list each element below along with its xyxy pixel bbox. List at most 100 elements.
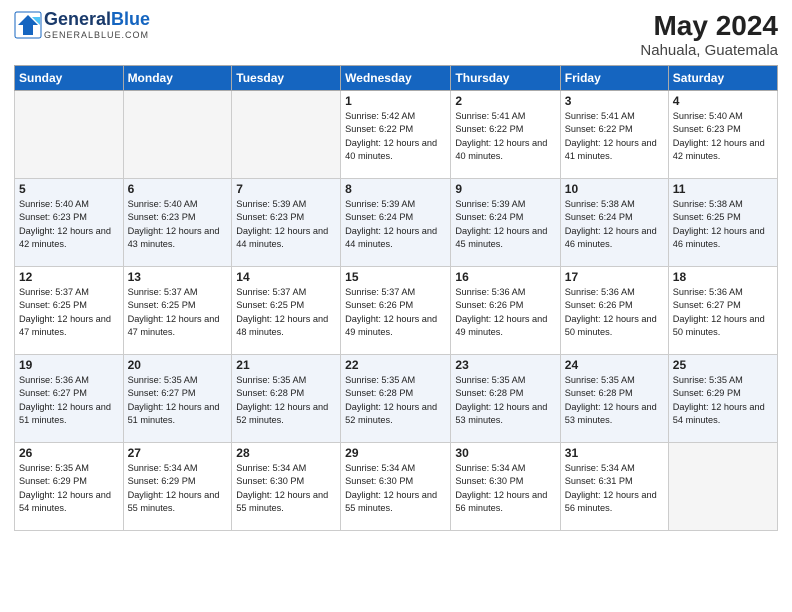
calendar-cell: 26Sunrise: 5:35 AMSunset: 6:29 PMDayligh…	[15, 443, 124, 531]
day-number: 16	[455, 270, 555, 284]
calendar-cell: 5 Sunrise: 5:40 AMSunset: 6:23 PMDaylight…	[15, 179, 124, 267]
day-info: Sunrise: 5:37 AMSunset: 6:25 PMDaylight:…	[236, 286, 336, 339]
day-number: 3	[565, 94, 664, 108]
calendar-cell: 28Sunrise: 5:34 AMSunset: 6:30 PMDayligh…	[232, 443, 341, 531]
day-info: Sunrise: 5:35 AMSunset: 6:29 PMDaylight:…	[19, 462, 119, 515]
day-info: Sunrise: 5:35 AMSunset: 6:27 PMDaylight:…	[128, 374, 228, 427]
day-number: 14	[236, 270, 336, 284]
calendar-cell: 11 Sunrise: 5:38 AMSunset: 6:25 PMDayligh…	[668, 179, 777, 267]
calendar-cell: 4 Sunrise: 5:40 AMSunset: 6:23 PMDaylight…	[668, 91, 777, 179]
day-number: 8	[345, 182, 446, 196]
weekday-header: Monday	[123, 66, 232, 91]
day-info: Sunrise: 5:36 AMSunset: 6:26 PMDaylight:…	[565, 286, 664, 339]
day-info: Sunrise: 5:35 AMSunset: 6:28 PMDaylight:…	[236, 374, 336, 427]
day-info: Sunrise: 5:37 AMSunset: 6:26 PMDaylight:…	[345, 286, 446, 339]
day-number: 11	[673, 182, 773, 196]
weekday-header: Thursday	[451, 66, 560, 91]
calendar-cell: 6 Sunrise: 5:40 AMSunset: 6:23 PMDaylight…	[123, 179, 232, 267]
calendar-cell: 1Sunrise: 5:42 AMSunset: 6:22 PMDaylight…	[341, 91, 451, 179]
logo: GeneralBlue GENERALBLUE.COM	[14, 10, 150, 40]
day-number: 9	[455, 182, 555, 196]
calendar-cell: 25Sunrise: 5:35 AMSunset: 6:29 PMDayligh…	[668, 355, 777, 443]
day-info: Sunrise: 5:36 AMSunset: 6:27 PMDaylight:…	[19, 374, 119, 427]
calendar-row: 5 Sunrise: 5:40 AMSunset: 6:23 PMDaylight…	[15, 179, 778, 267]
day-number: 28	[236, 446, 336, 460]
calendar-cell: 30Sunrise: 5:34 AMSunset: 6:30 PMDayligh…	[451, 443, 560, 531]
weekday-header: Sunday	[15, 66, 124, 91]
calendar-cell: 27 Sunrise: 5:34 AMSunset: 6:29 PMDayligh…	[123, 443, 232, 531]
calendar-cell: 2 Sunrise: 5:41 AMSunset: 6:22 PMDaylight…	[451, 91, 560, 179]
day-number: 6	[128, 182, 228, 196]
weekday-header: Saturday	[668, 66, 777, 91]
day-number: 12	[19, 270, 119, 284]
day-info: Sunrise: 5:34 AMSunset: 6:31 PMDaylight:…	[565, 462, 664, 515]
logo-text: GeneralBlue GENERALBLUE.COM	[44, 10, 150, 40]
calendar-row: 12 Sunrise: 5:37 AMSunset: 6:25 PMDayligh…	[15, 267, 778, 355]
day-number: 18	[673, 270, 773, 284]
day-info: Sunrise: 5:40 AMSunset: 6:23 PMDaylight:…	[128, 198, 228, 251]
day-number: 10	[565, 182, 664, 196]
month-year: May 2024	[640, 10, 778, 42]
header: GeneralBlue GENERALBLUE.COM May 2024 Nah…	[14, 10, 778, 59]
calendar-cell: 20 Sunrise: 5:35 AMSunset: 6:27 PMDayligh…	[123, 355, 232, 443]
weekday-header-row: SundayMondayTuesdayWednesdayThursdayFrid…	[15, 66, 778, 91]
title-block: May 2024 Nahuala, Guatemala	[640, 10, 778, 59]
day-number: 21	[236, 358, 336, 372]
day-number: 31	[565, 446, 664, 460]
calendar-cell	[232, 91, 341, 179]
calendar-cell: 8 Sunrise: 5:39 AMSunset: 6:24 PMDaylight…	[341, 179, 451, 267]
logo-icon	[14, 11, 42, 39]
day-info: Sunrise: 5:34 AMSunset: 6:30 PMDaylight:…	[345, 462, 446, 515]
calendar-cell	[15, 91, 124, 179]
page: GeneralBlue GENERALBLUE.COM May 2024 Nah…	[0, 0, 792, 541]
weekday-header: Friday	[560, 66, 668, 91]
day-number: 23	[455, 358, 555, 372]
calendar-row: 26Sunrise: 5:35 AMSunset: 6:29 PMDayligh…	[15, 443, 778, 531]
calendar-row: 19Sunrise: 5:36 AMSunset: 6:27 PMDayligh…	[15, 355, 778, 443]
day-info: Sunrise: 5:35 AMSunset: 6:28 PMDaylight:…	[565, 374, 664, 427]
day-info: Sunrise: 5:41 AMSunset: 6:22 PMDaylight:…	[565, 110, 664, 163]
day-info: Sunrise: 5:38 AMSunset: 6:24 PMDaylight:…	[565, 198, 664, 251]
calendar-cell: 10 Sunrise: 5:38 AMSunset: 6:24 PMDayligh…	[560, 179, 668, 267]
day-info: Sunrise: 5:35 AMSunset: 6:28 PMDaylight:…	[345, 374, 446, 427]
calendar-cell: 17 Sunrise: 5:36 AMSunset: 6:26 PMDayligh…	[560, 267, 668, 355]
calendar-cell: 18 Sunrise: 5:36 AMSunset: 6:27 PMDayligh…	[668, 267, 777, 355]
calendar-cell: 23 Sunrise: 5:35 AMSunset: 6:28 PMDayligh…	[451, 355, 560, 443]
calendar-cell: 19Sunrise: 5:36 AMSunset: 6:27 PMDayligh…	[15, 355, 124, 443]
day-info: Sunrise: 5:39 AMSunset: 6:24 PMDaylight:…	[455, 198, 555, 251]
calendar-cell: 16 Sunrise: 5:36 AMSunset: 6:26 PMDayligh…	[451, 267, 560, 355]
day-info: Sunrise: 5:39 AMSunset: 6:24 PMDaylight:…	[345, 198, 446, 251]
day-info: Sunrise: 5:35 AMSunset: 6:28 PMDaylight:…	[455, 374, 555, 427]
calendar-cell: 9 Sunrise: 5:39 AMSunset: 6:24 PMDaylight…	[451, 179, 560, 267]
day-number: 5	[19, 182, 119, 196]
day-info: Sunrise: 5:39 AMSunset: 6:23 PMDaylight:…	[236, 198, 336, 251]
calendar-cell: 15 Sunrise: 5:37 AMSunset: 6:26 PMDayligh…	[341, 267, 451, 355]
calendar-cell: 31 Sunrise: 5:34 AMSunset: 6:31 PMDayligh…	[560, 443, 668, 531]
day-number: 27	[128, 446, 228, 460]
calendar-cell: 3 Sunrise: 5:41 AMSunset: 6:22 PMDaylight…	[560, 91, 668, 179]
day-number: 13	[128, 270, 228, 284]
day-info: Sunrise: 5:40 AMSunset: 6:23 PMDaylight:…	[19, 198, 119, 251]
day-info: Sunrise: 5:34 AMSunset: 6:29 PMDaylight:…	[128, 462, 228, 515]
day-number: 20	[128, 358, 228, 372]
day-info: Sunrise: 5:37 AMSunset: 6:25 PMDaylight:…	[19, 286, 119, 339]
day-number: 17	[565, 270, 664, 284]
day-number: 2	[455, 94, 555, 108]
day-info: Sunrise: 5:38 AMSunset: 6:25 PMDaylight:…	[673, 198, 773, 251]
day-info: Sunrise: 5:36 AMSunset: 6:27 PMDaylight:…	[673, 286, 773, 339]
calendar-cell: 21 Sunrise: 5:35 AMSunset: 6:28 PMDayligh…	[232, 355, 341, 443]
calendar: SundayMondayTuesdayWednesdayThursdayFrid…	[14, 65, 778, 531]
calendar-cell: 24 Sunrise: 5:35 AMSunset: 6:28 PMDayligh…	[560, 355, 668, 443]
day-number: 4	[673, 94, 773, 108]
day-info: Sunrise: 5:34 AMSunset: 6:30 PMDaylight:…	[455, 462, 555, 515]
day-info: Sunrise: 5:40 AMSunset: 6:23 PMDaylight:…	[673, 110, 773, 163]
day-number: 24	[565, 358, 664, 372]
day-info: Sunrise: 5:41 AMSunset: 6:22 PMDaylight:…	[455, 110, 555, 163]
day-info: Sunrise: 5:42 AMSunset: 6:22 PMDaylight:…	[345, 110, 446, 163]
day-number: 25	[673, 358, 773, 372]
calendar-cell: 22Sunrise: 5:35 AMSunset: 6:28 PMDayligh…	[341, 355, 451, 443]
calendar-cell	[668, 443, 777, 531]
day-info: Sunrise: 5:36 AMSunset: 6:26 PMDaylight:…	[455, 286, 555, 339]
calendar-cell: 7Sunrise: 5:39 AMSunset: 6:23 PMDaylight…	[232, 179, 341, 267]
day-number: 15	[345, 270, 446, 284]
